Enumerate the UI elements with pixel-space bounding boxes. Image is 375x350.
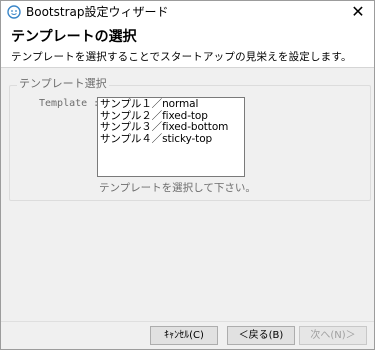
hint-text: テンプレートを選択して下さい。 bbox=[99, 182, 256, 194]
wizard-header: テンプレートの選択 テンプレートを選択することでスタートアップの見栄えを設定しま… bbox=[1, 23, 374, 68]
template-label: Template : bbox=[39, 98, 100, 109]
app-icon bbox=[7, 5, 21, 19]
close-icon[interactable]: ✕ bbox=[342, 1, 374, 23]
footer-divider bbox=[1, 321, 374, 322]
window-title: Bootstrap設定ウィザード bbox=[26, 5, 169, 19]
template-listbox[interactable]: サンプル１／normal サンプル２／fixed-top サンプル３／fixed… bbox=[97, 97, 245, 177]
page-description: テンプレートを選択することでスタートアップの見栄えを設定します。 bbox=[11, 51, 352, 63]
back-button[interactable]: ＜戻る(B) bbox=[227, 326, 295, 345]
list-item[interactable]: サンプル３／fixed-bottom bbox=[100, 121, 242, 134]
groupbox-legend: テンプレート選択 bbox=[17, 77, 109, 91]
list-item[interactable]: サンプル４／sticky-top bbox=[100, 133, 242, 146]
page-title: テンプレートの選択 bbox=[11, 29, 137, 45]
wizard-window: Bootstrap設定ウィザード ✕ テンプレートの選択 テンプレートを選択する… bbox=[0, 0, 375, 350]
next-button[interactable]: 次へ(N)＞ bbox=[299, 326, 367, 345]
title-bar: Bootstrap設定ウィザード ✕ bbox=[1, 1, 374, 23]
list-item[interactable]: サンプル１／normal bbox=[100, 98, 242, 111]
cancel-button[interactable]: ｷｬﾝｾﾙ(C) bbox=[150, 326, 218, 345]
